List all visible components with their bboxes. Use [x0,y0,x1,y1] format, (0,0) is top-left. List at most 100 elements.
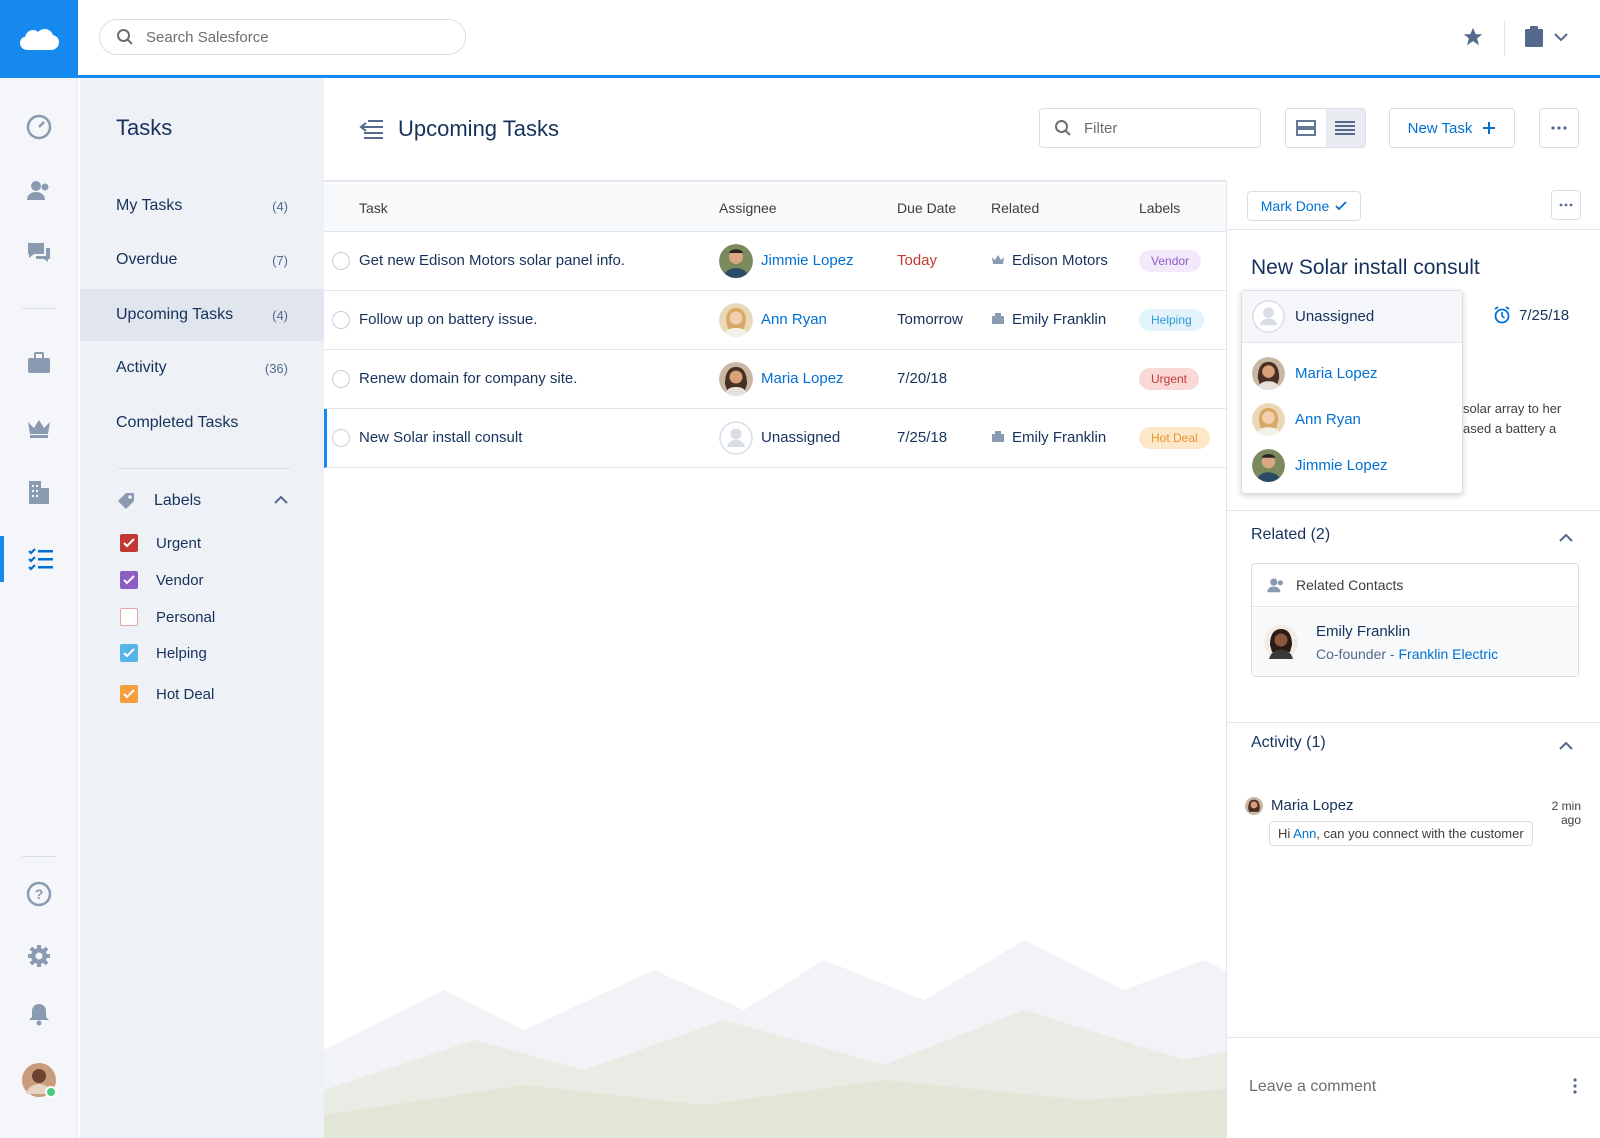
checkbox[interactable] [120,534,138,552]
sidebar-item-overdue[interactable]: Overdue (7) [80,235,324,285]
task-name[interactable]: Renew domain for company site. [359,370,577,387]
global-search-input[interactable]: Search Salesforce [99,19,466,55]
checkbox[interactable] [120,608,138,626]
assignee-link[interactable]: Ann Ryan [761,311,827,328]
checkbox[interactable] [120,571,138,589]
mention-link[interactable]: Ann [1293,826,1316,841]
sidebar-item-activity[interactable]: Activity (36) [80,343,324,393]
assignee-link[interactable]: Maria Lopez [761,370,844,387]
label-name: Vendor [156,571,204,589]
notes-menu-button[interactable] [1524,26,1568,48]
dashboard-icon[interactable] [0,104,78,150]
assignee-option[interactable]: Ann Ryan [1252,403,1361,436]
bell-icon[interactable] [0,991,78,1037]
checkbox[interactable] [120,644,138,662]
chat-icon[interactable] [0,230,78,276]
sidebar-item-count: (7) [272,252,288,268]
assignee-dropdown: Unassigned Maria Lopez Ann Ryan Jimmie L… [1241,290,1463,494]
assignee-option[interactable]: Jimmie Lopez [1252,449,1388,482]
due-date: 7/20/18 [897,370,948,387]
complete-task-radio[interactable] [332,252,350,270]
filter-input[interactable]: Filter [1039,108,1261,148]
list-view-button[interactable] [1325,109,1365,147]
briefcase-icon [992,431,1004,442]
sidebar-item-completed-tasks[interactable]: Completed Tasks [80,398,324,448]
comment-box[interactable]: Leave a comment [1227,1037,1600,1138]
column-header-due-date[interactable]: Due Date [897,200,956,216]
list-view-icon [1335,121,1356,135]
column-header-related[interactable]: Related [991,200,1039,216]
complete-task-radio[interactable] [332,311,350,329]
contact-name[interactable]: Emily Franklin [1316,623,1410,640]
column-header-labels[interactable]: Labels [1139,200,1180,216]
related-link[interactable]: Emily Franklin [1012,311,1106,328]
search-icon [117,29,133,45]
chevron-up-icon[interactable] [1559,741,1573,750]
tag-icon [118,493,134,509]
due-date-field[interactable]: 7/25/18 [1493,306,1569,324]
label-filter-helping[interactable]: Helping [120,644,207,662]
assignee-option[interactable]: Maria Lopez [1252,357,1378,390]
label-filter-hot-deal[interactable]: Hot Deal [120,685,214,703]
avatar [719,362,753,396]
card-view-button[interactable] [1286,109,1326,147]
task-name[interactable]: New Solar install consult [359,429,522,446]
label-filter-personal[interactable]: Personal [120,608,215,626]
column-header-task[interactable]: Task [359,200,388,216]
rail-divider-bottom [22,856,56,857]
detail-more-button[interactable] [1551,190,1581,220]
new-task-button[interactable]: New Task [1389,108,1515,148]
avatar [1252,357,1285,390]
briefcase-icon[interactable] [0,340,78,386]
contact-row[interactable]: Emily Franklin Co-founder - Franklin Ele… [1252,608,1578,676]
label-name: Personal [156,608,216,626]
message-text: Hi [1278,826,1294,841]
activity-section-heading[interactable]: Activity (1) [1251,734,1326,752]
collapse-sidebar-icon[interactable] [358,118,384,140]
gear-icon[interactable] [0,933,78,979]
ellipsis-icon [1551,126,1567,130]
related-section-heading[interactable]: Related (2) [1251,526,1330,544]
contacts-icon[interactable] [0,167,78,213]
salesforce-cloud-icon[interactable] [0,0,78,78]
sidebar-item-upcoming-tasks[interactable]: Upcoming Tasks (4) [80,289,324,341]
alarm-clock-icon [1494,306,1510,324]
crown-icon[interactable] [0,405,78,451]
building-icon[interactable] [0,469,78,515]
assignee-link[interactable]: Jimmie Lopez [761,252,854,269]
column-header-assignee[interactable]: Assignee [719,200,777,216]
mark-done-button[interactable]: Mark Done [1247,191,1361,221]
related-contacts-card: Related Contacts Emily Franklin Co-found… [1251,563,1579,677]
labels-section-toggle[interactable]: Labels [116,491,288,511]
user-avatar[interactable] [0,1057,78,1103]
label-filter-vendor[interactable]: Vendor [120,571,204,589]
task-name[interactable]: Follow up on battery issue. [359,311,537,328]
related-link[interactable]: Edison Motors [1012,252,1108,269]
table-row[interactable]: Get new Edison Motors solar panel info. … [324,232,1226,291]
avatar [1245,797,1263,815]
assignee-option-unassigned[interactable]: Unassigned [1242,291,1462,343]
vertical-ellipsis-icon[interactable] [1573,1078,1577,1094]
sidebar-item-my-tasks[interactable]: My Tasks (4) [80,181,324,231]
complete-task-radio[interactable] [332,429,350,447]
task-title[interactable]: New Solar install consult [1251,256,1480,280]
tasks-icon[interactable] [0,536,78,582]
assignee-name[interactable]: Unassigned [761,429,840,446]
star-icon[interactable] [1462,26,1484,48]
related-link[interactable]: Emily Franklin [1012,429,1106,446]
chevron-up-icon[interactable] [1559,533,1573,542]
label-filter-urgent[interactable]: Urgent [120,534,201,552]
more-actions-button[interactable] [1539,108,1579,148]
table-row[interactable]: Follow up on battery issue. Ann Ryan Tom… [324,291,1226,350]
table-header: Task Assignee Due Date Related Labels [324,184,1226,232]
checkbox[interactable] [120,685,138,703]
task-description: solar array to her ased a battery a [1463,399,1593,439]
company-link[interactable]: Franklin Electric [1398,646,1498,662]
activity-author[interactable]: Maria Lopez [1271,797,1354,814]
help-icon[interactable]: ? [0,871,78,917]
table-row-selected[interactable]: New Solar install consult Unassigned 7/2… [324,409,1226,468]
task-name[interactable]: Get new Edison Motors solar panel info. [359,252,625,269]
activity-time: 2 min ago [1551,799,1581,827]
complete-task-radio[interactable] [332,370,350,388]
table-row[interactable]: Renew domain for company site. Maria Lop… [324,350,1226,409]
